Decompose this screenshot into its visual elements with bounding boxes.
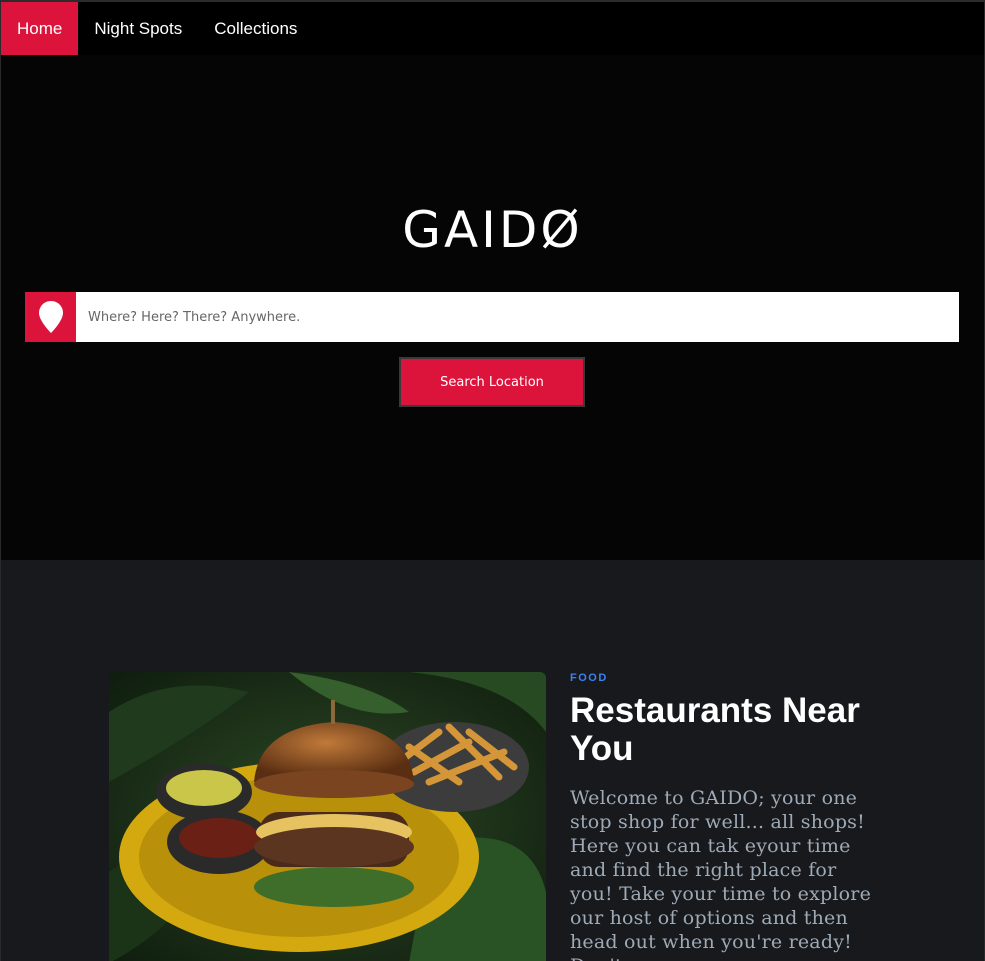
feature-title[interactable]: Restaurants Near You: [570, 692, 880, 768]
hero-section: GAIDØ Search Location: [1, 55, 984, 560]
feature-image: [109, 672, 546, 961]
page: Home Night Spots Collections GAIDØ Searc…: [0, 0, 985, 961]
feature-text: FOOD Restaurants Near You Welcome to GAI…: [570, 672, 880, 961]
feature-category: FOOD: [570, 672, 608, 684]
search-location-button[interactable]: Search Location: [399, 357, 585, 407]
nav-night-spots[interactable]: Night Spots: [78, 2, 198, 55]
feature-description: Welcome to GAIDO; your one stop shop for…: [570, 787, 872, 961]
top-navbar: Home Night Spots Collections: [1, 2, 984, 55]
nav-collections[interactable]: Collections: [198, 2, 313, 55]
location-search-input[interactable]: [76, 292, 959, 342]
search-bar: [25, 292, 959, 342]
map-pin-icon: [38, 301, 63, 333]
nav-home[interactable]: Home: [1, 2, 79, 55]
burger-photo: [109, 672, 546, 961]
location-pin-button: [25, 292, 76, 342]
brand-logo: GAIDØ: [402, 201, 583, 259]
